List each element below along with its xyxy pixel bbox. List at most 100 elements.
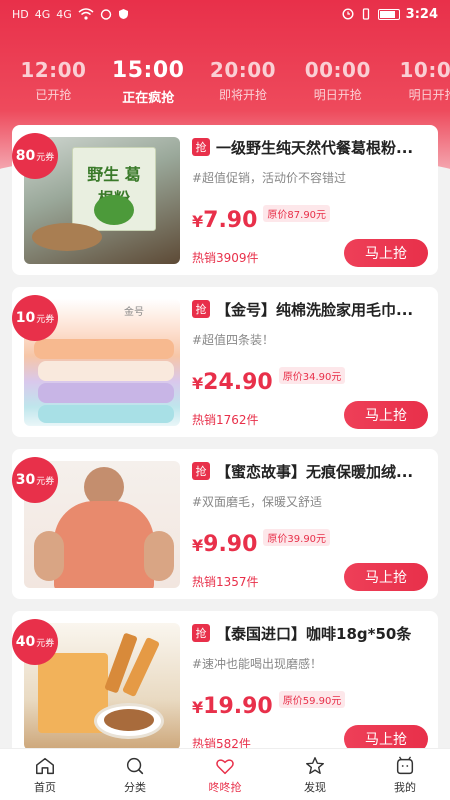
alarm-icon: [100, 9, 112, 20]
currency-symbol: ¥: [192, 536, 204, 555]
price-row: ¥ 19.90 原价59.90元: [192, 691, 346, 719]
buy-now-button[interactable]: 马上抢: [344, 239, 428, 267]
sale-price: 9.90: [203, 532, 258, 557]
time-tab-status: 明日开抢: [313, 88, 362, 102]
product-card[interactable]: 40 元券 抢 【泰国进口】咖啡18g*50条 #速冲也能喝出现磨感！ ¥ 19.…: [12, 611, 438, 761]
time-tab-time: 15:00: [111, 58, 185, 83]
product-card[interactable]: 30 元券 抢 【蜜恋故事】无痕保暖加绒... #双面磨毛，保暖又舒适 ¥ 9.9…: [12, 449, 438, 599]
wifi-icon: [78, 8, 94, 20]
tab-label: 发现: [304, 780, 326, 794]
search-icon: [126, 757, 144, 774]
status-left: HD 4G 4G: [12, 8, 129, 21]
coupon-badge: 30 元券: [12, 457, 58, 503]
tab-discover[interactable]: 发现: [270, 749, 360, 800]
status-right: 3:24: [342, 7, 438, 22]
star-icon: [306, 756, 324, 774]
sale-price: 19.90: [203, 694, 273, 719]
time-tab-time: 12:00: [20, 58, 87, 82]
buy-now-button[interactable]: 马上抢: [344, 401, 428, 429]
flash-sale-badge: 抢: [192, 138, 210, 156]
product-card[interactable]: 金号 10 元券 抢 【金号】纯棉洗脸家用毛巾... #超值四条装！ ¥ 24.9…: [12, 287, 438, 437]
currency-symbol: ¥: [192, 698, 204, 717]
coupon-unit: 元券: [36, 476, 55, 487]
flash-sale-badge: 抢: [192, 462, 210, 480]
price-row: ¥ 7.90 原价87.90元: [192, 205, 331, 233]
clock-icon: [342, 8, 354, 20]
coupon-unit: 元券: [36, 314, 55, 325]
time-tab-time: 10:00: [399, 58, 450, 82]
price-row: ¥ 24.90 原价34.90元: [192, 367, 346, 395]
product-info: 抢 【蜜恋故事】无痕保暖加绒... #双面磨毛，保暖又舒适 ¥ 9.90 原价3…: [192, 461, 428, 591]
status-time: 3:24: [405, 6, 438, 22]
original-price: 原价87.90元: [263, 205, 331, 222]
vibrate-icon: [362, 8, 369, 20]
flash-sale-badge: 抢: [192, 300, 210, 318]
bottom-tabbar: 首页 分类 咚咚抢 发现 我的: [0, 748, 450, 800]
original-price: 原价59.90元: [278, 691, 346, 708]
product-title[interactable]: 【泰国进口】咖啡18g*50条: [216, 623, 411, 644]
original-price: 原价34.90元: [278, 367, 346, 384]
time-tab-status: 即将开抢: [218, 88, 267, 102]
product-list: 野生 葛根粉 80元券 抢 一级野生纯天然代餐葛根粉... #超值促销，活动价不…: [12, 125, 438, 773]
time-tab-0000[interactable]: 00:00 明日开抢: [290, 58, 385, 123]
coupon-unit: 元券: [36, 638, 55, 649]
heart-icon: [216, 758, 234, 774]
tab-profile[interactable]: 我的: [360, 749, 450, 800]
coupon-badge: 80 元券: [12, 133, 58, 179]
shield-icon: [118, 9, 128, 19]
time-tab-1200[interactable]: 12:00 已开抢: [6, 58, 101, 123]
product-desc: #超值促销，活动价不容错过: [192, 171, 347, 185]
time-tab-1500[interactable]: 15:00 正在疯抢: [101, 58, 196, 123]
currency-symbol: ¥: [192, 374, 204, 393]
product-desc: #双面磨毛，保暖又舒适: [192, 495, 323, 509]
sold-count: 热销3909件: [192, 251, 259, 265]
tab-home[interactable]: 首页: [0, 749, 90, 800]
tab-label: 咚咚抢: [208, 780, 242, 794]
tab-category[interactable]: 分类: [90, 749, 180, 800]
time-tabs: 12:00 已开抢 15:00 正在疯抢 20:00 即将开抢 00:00 明日…: [6, 28, 450, 123]
time-tab-time: 20:00: [209, 58, 277, 82]
product-title[interactable]: 【金号】纯棉洗脸家用毛巾...: [216, 299, 413, 320]
coupon-value: 80: [15, 148, 36, 164]
time-tab-2000[interactable]: 20:00 即将开抢: [196, 58, 291, 123]
title-row: 抢 一级野生纯天然代餐葛根粉...: [192, 137, 428, 157]
package-label: 野生 葛根粉: [87, 165, 141, 208]
signal-icon-2: 4G: [56, 7, 72, 21]
flash-sale-badge: 抢: [192, 624, 210, 642]
price-row: ¥ 9.90 原价39.90元: [192, 529, 331, 557]
home-icon: [36, 757, 54, 774]
coupon-value: 30: [15, 472, 36, 488]
product-info: 抢 【泰国进口】咖啡18g*50条 #速冲也能喝出现磨感！ ¥ 19.90 原价…: [192, 623, 428, 753]
battery-icon: [377, 8, 400, 20]
hd-icon: HD: [12, 7, 29, 21]
title-row: 抢 【金号】纯棉洗脸家用毛巾...: [192, 299, 428, 319]
sold-count: 热销1357件: [192, 575, 259, 589]
product-card[interactable]: 野生 葛根粉 80元券 抢 一级野生纯天然代餐葛根粉... #超值促销，活动价不…: [12, 125, 438, 275]
tab-label: 首页: [34, 780, 56, 794]
buy-now-button[interactable]: 马上抢: [344, 563, 428, 591]
time-tab-status: 已开抢: [35, 88, 72, 102]
coupon-value: 40: [15, 634, 36, 650]
coupon-badge: 10 元券: [12, 295, 58, 341]
title-row: 抢 【蜜恋故事】无痕保暖加绒...: [192, 461, 428, 481]
currency-symbol: ¥: [192, 212, 204, 231]
product-title[interactable]: 【蜜恋故事】无痕保暖加绒...: [216, 461, 413, 482]
original-price: 原价39.90元: [263, 529, 331, 546]
sale-price: 7.90: [203, 208, 258, 233]
product-info: 抢 【金号】纯棉洗脸家用毛巾... #超值四条装！ ¥ 24.90 原价34.9…: [192, 299, 428, 429]
coupon-value: 10: [15, 310, 36, 326]
product-desc: #速冲也能喝出现磨感！: [192, 657, 323, 671]
tab-flash-sale[interactable]: 咚咚抢: [180, 749, 270, 800]
package-label: 金号: [124, 307, 144, 318]
tab-label: 我的: [394, 780, 416, 794]
product-title[interactable]: 一级野生纯天然代餐葛根粉...: [216, 137, 413, 158]
coupon-unit: 元券: [36, 152, 55, 163]
sale-price: 24.90: [203, 370, 273, 395]
time-tab-1000[interactable]: 10:00 明日开抢: [385, 58, 450, 123]
time-tab-time: 00:00: [304, 58, 371, 82]
product-info: 抢 一级野生纯天然代餐葛根粉... #超值促销，活动价不容错过 ¥ 7.90 原…: [192, 137, 428, 267]
time-tab-status: 正在疯抢: [122, 91, 175, 106]
sold-count: 热销1762件: [192, 413, 259, 427]
time-tab-status: 明日开抢: [408, 88, 450, 102]
status-bar: HD 4G 4G 3:24: [0, 0, 450, 28]
